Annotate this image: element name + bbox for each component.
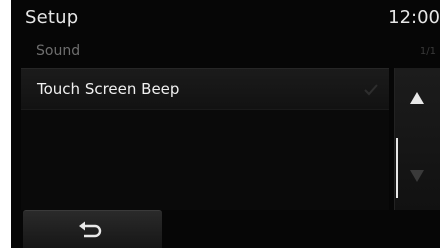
return-arrow-icon — [79, 221, 102, 238]
page-indicator: 1/1 — [419, 46, 436, 57]
back-button[interactable] — [23, 210, 162, 248]
scroll-down-button[interactable] — [395, 148, 440, 210]
list-item-label: Touch Screen Beep — [37, 80, 180, 98]
setup-screen: Setup 12:00 Sound 1/1 Touch Screen Beep — [11, 0, 440, 248]
section-label: Sound — [36, 43, 81, 59]
clock: 12:00 — [388, 7, 440, 28]
triangle-down-icon — [410, 170, 424, 182]
triangle-up-icon — [410, 92, 424, 104]
list-item-touch-screen-beep[interactable]: Touch Screen Beep — [21, 68, 389, 110]
page-title: Setup — [25, 7, 79, 28]
scroll-up-button[interactable] — [395, 68, 440, 130]
checkmark-icon[interactable] — [363, 82, 379, 96]
scrollbar[interactable] — [394, 68, 440, 210]
